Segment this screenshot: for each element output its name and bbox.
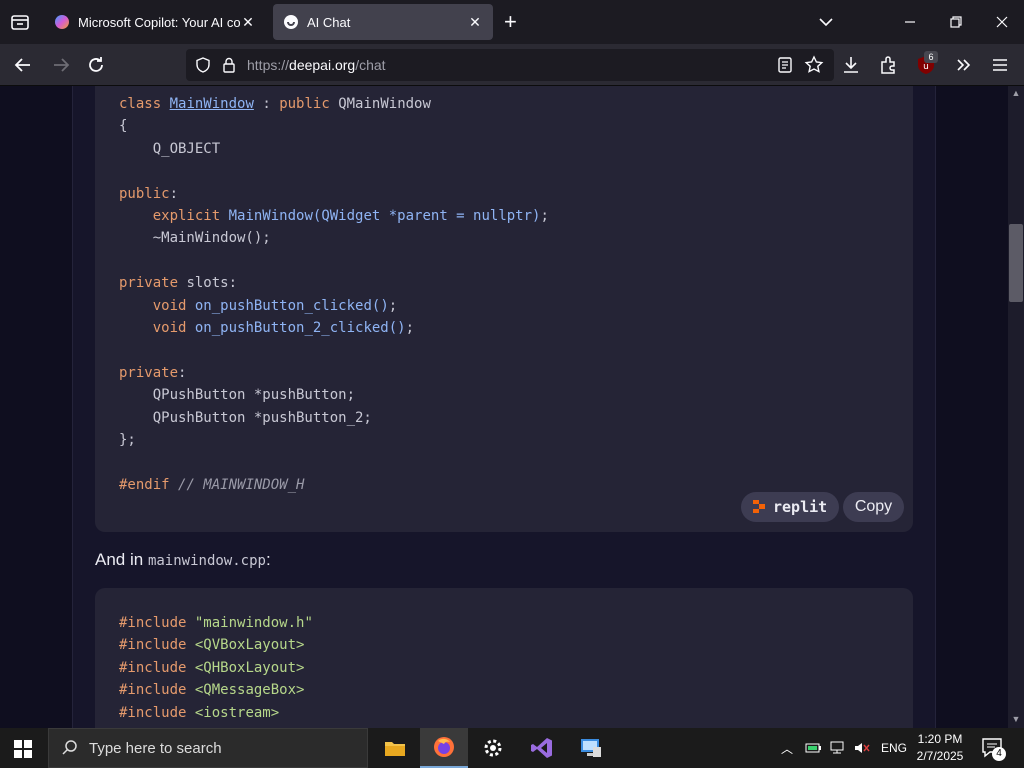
code-text: #include "mainwindow.h" #include <QVBoxL… bbox=[119, 615, 313, 721]
vertical-scrollbar[interactable]: ▲ ▼ bbox=[1008, 86, 1024, 728]
clock-time: 1:20 PM bbox=[917, 732, 963, 746]
network-icon[interactable] bbox=[829, 741, 847, 755]
message-text: And in mainwindow.cpp: bbox=[95, 550, 271, 570]
prose-text: And in bbox=[95, 550, 148, 569]
scrollbar-thumb[interactable] bbox=[1009, 224, 1023, 302]
show-hidden-icons-chevron-icon[interactable]: ︿ bbox=[779, 740, 795, 757]
scroll-up-arrow-icon[interactable]: ▲ bbox=[1011, 88, 1021, 98]
copilot-favicon-icon bbox=[55, 15, 69, 29]
code-block-header-file: class MainWindow : public QMainWindow { … bbox=[95, 86, 913, 532]
chevron-down-icon[interactable] bbox=[816, 12, 836, 32]
replit-label: replit bbox=[773, 498, 828, 516]
visual-studio-icon[interactable] bbox=[518, 728, 566, 768]
navigation-toolbar: https://deepai.org/chat u 6 bbox=[0, 44, 1024, 86]
overflow-chevron-icon[interactable] bbox=[953, 54, 975, 76]
code-block-cpp-file: #include "mainwindow.h" #include <QVBoxL… bbox=[95, 588, 913, 728]
replit-button[interactable]: replit bbox=[741, 492, 839, 522]
reader-view-icon[interactable] bbox=[776, 56, 794, 74]
restore-icon[interactable] bbox=[946, 12, 966, 32]
windows-start-icon[interactable] bbox=[14, 740, 32, 758]
lock-icon[interactable] bbox=[220, 56, 238, 74]
clock[interactable]: 1:20 PM 2/7/2025 bbox=[900, 731, 980, 765]
hamburger-menu-icon[interactable] bbox=[989, 54, 1011, 76]
shield-icon[interactable] bbox=[194, 56, 212, 74]
url-scheme: https:// bbox=[247, 57, 290, 73]
url-bar[interactable]: https://deepai.org/chat bbox=[186, 49, 834, 81]
clock-date: 2/7/2025 bbox=[916, 749, 964, 763]
downloads-icon[interactable] bbox=[840, 54, 862, 76]
deepai-favicon-icon bbox=[284, 15, 298, 29]
tab-close-icon[interactable]: ✕ bbox=[240, 14, 256, 31]
scroll-down-arrow-icon[interactable]: ▼ bbox=[1011, 714, 1021, 724]
close-window-icon[interactable] bbox=[992, 12, 1012, 32]
replit-logo-icon bbox=[753, 500, 765, 513]
page-content: class MainWindow : public QMainWindow { … bbox=[0, 86, 1008, 728]
copy-button[interactable]: Copy bbox=[843, 492, 904, 522]
extensions-icon[interactable] bbox=[877, 54, 899, 76]
system-tray: ︿ ENG bbox=[779, 728, 907, 768]
prose-text-end: : bbox=[265, 550, 271, 569]
tab-ai-chat[interactable]: AI Chat ✕ bbox=[273, 4, 493, 40]
url-text[interactable]: https://deepai.org/chat bbox=[247, 57, 386, 73]
tab-title: AI Chat bbox=[307, 14, 351, 30]
taskbar-search-box[interactable]: Type here to search bbox=[48, 728, 368, 768]
new-tab-icon[interactable]: + bbox=[504, 10, 517, 34]
notification-count-badge: 4 bbox=[992, 747, 1006, 761]
tab-list-icon[interactable] bbox=[8, 10, 32, 34]
forward-icon[interactable] bbox=[50, 54, 72, 76]
file-explorer-icon[interactable] bbox=[371, 728, 419, 768]
reload-icon[interactable] bbox=[85, 54, 107, 76]
inline-code: mainwindow.cpp bbox=[147, 553, 266, 569]
minimize-icon[interactable] bbox=[900, 12, 920, 32]
search-icon bbox=[62, 740, 77, 755]
tab-copilot[interactable]: Microsoft Copilot: Your AI comp ✕ bbox=[44, 4, 266, 40]
tab-title: Microsoft Copilot: Your AI comp bbox=[78, 14, 240, 30]
volume-muted-icon[interactable] bbox=[853, 741, 871, 755]
svg-text:u: u bbox=[923, 62, 929, 72]
battery-icon[interactable] bbox=[805, 741, 823, 755]
tab-close-icon[interactable]: ✕ bbox=[467, 14, 483, 31]
firefox-icon[interactable] bbox=[420, 728, 468, 768]
code-text: class MainWindow : public QMainWindow { … bbox=[119, 96, 549, 493]
back-icon[interactable] bbox=[12, 54, 34, 76]
tab-bar: Microsoft Copilot: Your AI comp ✕ AI Cha… bbox=[0, 0, 1024, 44]
remote-desktop-icon[interactable] bbox=[567, 728, 615, 768]
settings-gear-icon[interactable] bbox=[469, 728, 517, 768]
url-host: deepai.org bbox=[289, 57, 356, 73]
search-placeholder: Type here to search bbox=[89, 739, 222, 757]
bookmark-star-icon[interactable] bbox=[804, 55, 824, 75]
url-path: /chat bbox=[355, 57, 386, 73]
windows-taskbar: Type here to search ︿ ENG 1:20 PM 2/7/20… bbox=[0, 728, 1024, 768]
extension-badge: 6 bbox=[924, 51, 938, 63]
